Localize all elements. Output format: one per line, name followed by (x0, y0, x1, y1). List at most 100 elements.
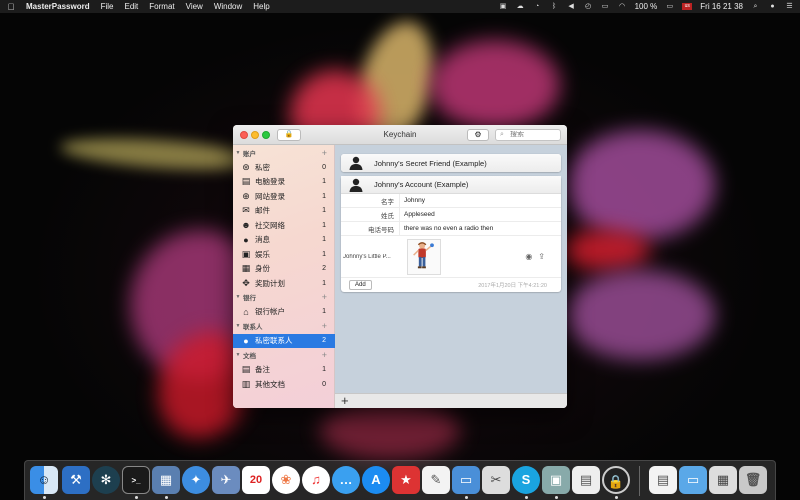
sidebar-group-accounts[interactable]: ▼ 账户 + (233, 146, 335, 160)
reward-icon: ✥ (242, 277, 250, 288)
flag-icon[interactable]: us (682, 3, 693, 10)
field-value[interactable]: Appleseed (399, 207, 435, 222)
sidebar-item-other-documents[interactable]: ▥ 其他文档 0 (233, 377, 335, 391)
dock-safari-icon[interactable]: ✦ (182, 466, 210, 494)
add-icon[interactable]: + (322, 292, 327, 302)
sidebar-item-identity[interactable]: ▦ 身份 2 (233, 262, 335, 276)
dock-preview-icon[interactable]: ▣ (542, 466, 570, 494)
status-clock-icon[interactable]: ◔ (533, 3, 542, 11)
card-header[interactable]: Johnny's Account (Example) (341, 176, 561, 194)
dock-itunes-icon[interactable]: ♫ (302, 466, 330, 494)
disclosure-triangle-icon[interactable]: ▼ (233, 352, 243, 358)
sidebar-item-count: 1 (322, 221, 326, 229)
menu-window[interactable]: Window (214, 2, 242, 11)
dock-app-icon[interactable]: ▦ (152, 466, 180, 494)
user-icon[interactable]: ● (768, 3, 777, 11)
dock-app-icon[interactable]: ✻ (92, 466, 120, 494)
dock-messages-icon[interactable]: … (332, 466, 360, 494)
dock-app-icon[interactable]: ★ (392, 466, 420, 494)
sidebar-item-rewards[interactable]: ✥ 奖励计划 1 (233, 276, 335, 290)
sidebar-item-label: 电脑登录 (255, 177, 285, 186)
dock-document-icon[interactable]: ▤ (572, 466, 600, 494)
menu-format[interactable]: Format (149, 2, 174, 11)
eye-icon[interactable]: ◉ (525, 252, 532, 261)
sidebar-item-label: 奖励计划 (255, 278, 285, 288)
add-icon[interactable]: + (322, 321, 327, 331)
attachment-row[interactable]: Johnny's Little P... ◉ ⇪ (341, 236, 561, 278)
dock-calendar-icon[interactable]: 20 (242, 466, 270, 494)
spotlight-icon[interactable]: ⌕ (751, 3, 760, 11)
sidebar-item-privacy[interactable]: ⊛ 私密 0 (233, 160, 335, 174)
clock[interactable]: Fri 16 21 38 (700, 2, 743, 11)
app-menu[interactable]: MasterPassword (26, 2, 90, 11)
running-indicator (554, 496, 558, 499)
apple-menu-icon[interactable]:  (6, 2, 16, 12)
sidebar-item-bank-account[interactable]: ⌂ 银行帐户 1 (233, 305, 335, 319)
dock-folder-icon[interactable]: ▭ (679, 466, 707, 494)
settings-button[interactable]: ⚙ (467, 129, 489, 141)
sidebar-item-messages[interactable]: ● 消息 1 (233, 233, 335, 247)
dock-app-icon[interactable]: ✂ (482, 466, 510, 494)
add-icon[interactable]: + (341, 393, 349, 408)
field-last-name[interactable]: 姓氏 Appleseed (341, 207, 561, 222)
battery-icon[interactable]: ▭ (665, 3, 674, 11)
bluetooth-icon[interactable]: ᛒ (550, 3, 559, 11)
menu-edit[interactable]: Edit (124, 2, 138, 11)
disclosure-triangle-icon[interactable]: ▼ (233, 294, 243, 300)
dock-textedit-icon[interactable]: ✎ (422, 466, 450, 494)
dock-keynote-icon[interactable]: ▭ (452, 466, 480, 494)
sidebar-item-computer-login[interactable]: ▤ 电脑登录 1 (233, 175, 335, 189)
field-phone[interactable]: 电话号码 there was no even a radio then (341, 221, 561, 236)
dock-terminal-icon[interactable]: >_ (122, 466, 150, 494)
wifi-icon[interactable]: ◠ (618, 3, 627, 11)
status-app-icon[interactable]: ▣ (499, 3, 508, 11)
disclosure-triangle-icon[interactable]: ▼ (233, 150, 243, 156)
share-icon[interactable]: ⇪ (538, 252, 545, 261)
gear-icon: ⚙ (474, 130, 482, 139)
sidebar-item-mail[interactable]: ✉ 邮件 1 (233, 204, 335, 218)
menu-view[interactable]: View (186, 2, 203, 11)
dock-document-icon[interactable]: ▤ (649, 466, 677, 494)
status-cloud-icon[interactable]: ☁ (516, 3, 525, 11)
dock-document-icon[interactable]: ▦ (709, 466, 737, 494)
running-indicator (464, 496, 468, 499)
add-icon[interactable]: + (322, 148, 327, 158)
sidebar-item-web-login[interactable]: ⊕ 网站登录 1 (233, 189, 335, 203)
dock-masterpassword-icon[interactable]: 🔒 (602, 466, 630, 494)
sidebar-group-contacts[interactable]: ▼ 联系人 + (233, 319, 335, 333)
contact-card-friend[interactable]: Johnny's Secret Friend (Example) (341, 154, 561, 172)
contact-card-account[interactable]: Johnny's Account (Example) 名字 Johnny 姓氏 … (341, 176, 561, 292)
dock-app-store-icon[interactable]: A (362, 466, 390, 494)
sidebar-group-documents[interactable]: ▼ 文档 + (233, 348, 335, 362)
dock-trash-icon[interactable]: 🗑 (739, 466, 767, 494)
sidebar-item-entertainment[interactable]: ▣ 娱乐 1 (233, 247, 335, 261)
sidebar-item-private-contacts[interactable]: ● 私密联系人 2 (233, 333, 335, 348)
dock-xcode-icon[interactable]: ⚒ (62, 466, 90, 494)
sidebar-item-count: 1 (322, 236, 326, 243)
dock-finder-icon[interactable]: ☺ (30, 466, 58, 494)
time-machine-icon[interactable]: ◴ (584, 3, 593, 11)
attachment-thumbnail[interactable] (407, 238, 441, 275)
notification-center-icon[interactable]: ☰ (785, 3, 794, 11)
menu-file[interactable]: File (101, 2, 114, 11)
card-header[interactable]: Johnny's Secret Friend (Example) (341, 154, 561, 172)
field-value[interactable]: Johnny (399, 193, 425, 208)
volume-icon[interactable]: ◀ (567, 3, 576, 11)
field-value[interactable]: there was no even a radio then (399, 221, 493, 236)
sidebar-group-bank[interactable]: ▼ 银行 + (233, 290, 335, 304)
dock-photo-app-icon[interactable]: ✈ (212, 466, 240, 494)
airplay-icon[interactable]: ▭ (601, 3, 610, 11)
add-button[interactable]: Add (349, 280, 372, 290)
disclosure-triangle-icon[interactable]: ▼ (233, 323, 243, 329)
dock-skype-icon[interactable]: S (512, 466, 540, 494)
sidebar-item-notes[interactable]: ▤ 备注 1 (233, 363, 335, 377)
message-icon: ● (243, 234, 249, 245)
sidebar-item-social[interactable]: ☻ 社交网络 1 (233, 218, 335, 232)
field-first-name[interactable]: 名字 Johnny (341, 193, 561, 208)
dock-photos-icon[interactable]: ❀ (272, 466, 300, 494)
add-icon[interactable]: + (322, 350, 327, 360)
search-field[interactable]: ⌕ (495, 129, 561, 141)
search-input[interactable] (510, 131, 558, 138)
menu-help[interactable]: Help (253, 2, 269, 11)
sidebar-item-count: 1 (322, 250, 326, 258)
